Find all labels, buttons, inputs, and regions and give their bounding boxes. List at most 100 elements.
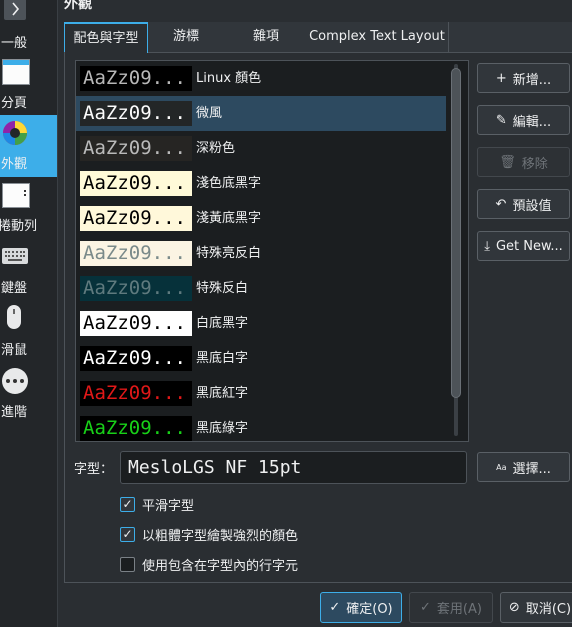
scheme-name: 特殊亮反白 bbox=[196, 246, 262, 261]
keyboard-icon bbox=[2, 248, 28, 264]
option-label: 平滑字型 bbox=[142, 498, 195, 514]
button-label: 取消(C) bbox=[525, 602, 572, 617]
color-wheel-icon bbox=[2, 120, 28, 150]
button-label: Get New... bbox=[495, 238, 563, 254]
scheme-preview: AaZz09... bbox=[80, 311, 192, 336]
scheme-row[interactable]: AaZz09... 淺色底黑字 bbox=[76, 166, 446, 201]
scheme-row[interactable]: AaZz09... 微風 bbox=[76, 96, 446, 131]
font-field: MesloLGS NF 15pt bbox=[120, 451, 467, 484]
button-label: 新增... bbox=[512, 72, 552, 88]
sidebar-item-label: 外觀 bbox=[1, 157, 28, 172]
mouse-icon bbox=[7, 305, 21, 329]
defaults-button[interactable]: ↶ 預設值 bbox=[477, 189, 570, 219]
button-label: 移除 bbox=[521, 156, 548, 172]
scheme-list-scrollbar[interactable] bbox=[451, 64, 461, 436]
trash-icon: 🗑 bbox=[499, 154, 516, 170]
sidebar-item-advanced[interactable]: 進階 bbox=[0, 357, 57, 422]
sidebar-item-tabs[interactable]: 分頁 bbox=[0, 55, 57, 115]
scrollbar-icon bbox=[2, 183, 30, 208]
sidebar-item-scrollbar[interactable]: 捲動列 bbox=[0, 177, 57, 239]
settings-sidebar: 一般 分頁 外觀 捲動列 鍵盤 滑鼠 進階 bbox=[0, 0, 58, 627]
scheme-preview: AaZz09... bbox=[80, 381, 192, 406]
option-label: 使用包含在字型內的行字元 bbox=[142, 558, 299, 574]
button-label: 編輯... bbox=[512, 114, 552, 130]
scheme-row[interactable]: AaZz09... 黑底綠字 bbox=[76, 411, 446, 441]
scheme-preview: AaZz09... bbox=[80, 66, 192, 91]
tab-colors-fonts[interactable]: 配色與字型 bbox=[64, 22, 148, 53]
button-label: 套用(A) bbox=[436, 602, 482, 617]
option-label: 以粗體字型繪製強烈的顏色 bbox=[142, 528, 299, 544]
sidebar-item-mouse[interactable]: 滑鼠 bbox=[0, 297, 57, 358]
button-label: 確定(O) bbox=[346, 602, 393, 617]
window-tabs-icon bbox=[2, 59, 30, 85]
checkmark-icon: ✓ bbox=[420, 600, 431, 615]
button-label: 選擇... bbox=[512, 461, 551, 477]
scheme-name: 白底黑字 bbox=[196, 316, 249, 331]
cancel-button[interactable]: ⊘ 取消(C) bbox=[500, 592, 572, 623]
select-font-button[interactable]: Aa 選擇... bbox=[477, 452, 570, 482]
get-new-button[interactable]: ⤓ Get New... bbox=[477, 231, 570, 261]
sidebar-item-general[interactable]: 一般 bbox=[0, 0, 57, 55]
undo-icon: ↶ bbox=[495, 196, 507, 212]
scheme-name: 微風 bbox=[196, 106, 223, 121]
sidebar-item-label: 一般 bbox=[1, 36, 28, 51]
scheme-preview: AaZz09... bbox=[80, 136, 192, 161]
download-icon: ⤓ bbox=[484, 238, 490, 254]
scheme-row[interactable]: AaZz09... 特殊亮反白 bbox=[76, 236, 446, 271]
scheme-name: 深粉色 bbox=[196, 141, 236, 156]
scheme-preview: AaZz09... bbox=[80, 416, 192, 441]
line-chars-checkbox[interactable] bbox=[120, 556, 135, 572]
more-icon bbox=[2, 368, 28, 394]
apply-button[interactable]: ✓ 套用(A) bbox=[409, 592, 493, 623]
scheme-preview: AaZz09... bbox=[80, 101, 192, 126]
scheme-preview: AaZz09... bbox=[80, 206, 192, 231]
page-title: 外觀 bbox=[64, 0, 92, 12]
scheme-name: 特殊反白 bbox=[196, 281, 249, 296]
font-icon: Aa bbox=[496, 462, 507, 472]
color-scheme-list[interactable]: AaZz09... Linux 顏色 AaZz09... 微風 AaZz09... 深粉色… bbox=[75, 60, 469, 442]
scheme-preview: AaZz09... bbox=[80, 276, 192, 301]
scheme-preview: AaZz09... bbox=[80, 171, 192, 196]
scheme-row[interactable]: AaZz09... Linux 顏色 bbox=[76, 61, 446, 96]
remove-scheme-button[interactable]: 🗑 移除 bbox=[477, 147, 570, 177]
sidebar-item-label: 滑鼠 bbox=[1, 343, 28, 358]
scheme-name: 淺黃底黑字 bbox=[196, 211, 262, 226]
checkmark-icon: ✓ bbox=[329, 600, 341, 615]
line-chars-option[interactable]: 使用包含在字型內的行字元 bbox=[120, 554, 298, 574]
font-label: 字型： bbox=[74, 462, 114, 477]
button-label: 預設值 bbox=[512, 198, 552, 214]
tab-separator bbox=[448, 22, 449, 52]
scheme-name: 黑底白字 bbox=[196, 351, 249, 366]
scheme-row[interactable]: AaZz09... 黑底白字 bbox=[76, 341, 446, 376]
sidebar-item-label: 分頁 bbox=[1, 96, 28, 111]
scheme-row[interactable]: AaZz09... 特殊反白 bbox=[76, 271, 446, 306]
plus-icon: + bbox=[495, 70, 507, 86]
sidebar-item-appearance[interactable]: 外觀 bbox=[0, 115, 57, 177]
sidebar-item-keyboard[interactable]: 鍵盤 bbox=[0, 239, 57, 297]
bold-intense-option[interactable]: ✓ 以粗體字型繪製強烈的顏色 bbox=[120, 524, 298, 544]
smooth-fonts-checkbox[interactable]: ✓ bbox=[120, 496, 135, 512]
scheme-row[interactable]: AaZz09... 深粉色 bbox=[76, 131, 446, 166]
pencil-icon: ✎ bbox=[495, 112, 507, 128]
smooth-fonts-option[interactable]: ✓ 平滑字型 bbox=[120, 494, 194, 514]
edit-scheme-button[interactable]: ✎ 編輯... bbox=[477, 105, 570, 135]
bold-intense-checkbox[interactable]: ✓ bbox=[120, 526, 135, 542]
scheme-name: 淺色底黑字 bbox=[196, 176, 262, 191]
ok-button[interactable]: ✓ 確定(O) bbox=[320, 592, 402, 623]
scheme-name: 黑底綠字 bbox=[196, 421, 249, 436]
scheme-row[interactable]: AaZz09... 白底黑字 bbox=[76, 306, 446, 341]
sidebar-item-label: 進階 bbox=[1, 405, 28, 420]
scheme-preview: AaZz09... bbox=[80, 241, 192, 266]
scrollbar-thumb[interactable] bbox=[451, 68, 461, 398]
scheme-row[interactable]: AaZz09... 淺黃底黑字 bbox=[76, 201, 446, 236]
scheme-row[interactable]: AaZz09... 黑底紅字 bbox=[76, 376, 446, 411]
new-scheme-button[interactable]: + 新增... bbox=[477, 63, 570, 93]
scheme-name: 黑底紅字 bbox=[196, 386, 249, 401]
cancel-icon: ⊘ bbox=[508, 600, 520, 615]
sidebar-item-label: 捲動列 bbox=[0, 219, 38, 234]
tab-cursor[interactable]: 游標 bbox=[146, 22, 226, 52]
scheme-preview: AaZz09... bbox=[80, 346, 192, 371]
chevron-right-icon bbox=[4, 0, 26, 20]
tab-misc[interactable]: 雜項 bbox=[226, 22, 306, 52]
tab-complex-text-layout[interactable]: Complex Text Layout bbox=[306, 22, 448, 52]
